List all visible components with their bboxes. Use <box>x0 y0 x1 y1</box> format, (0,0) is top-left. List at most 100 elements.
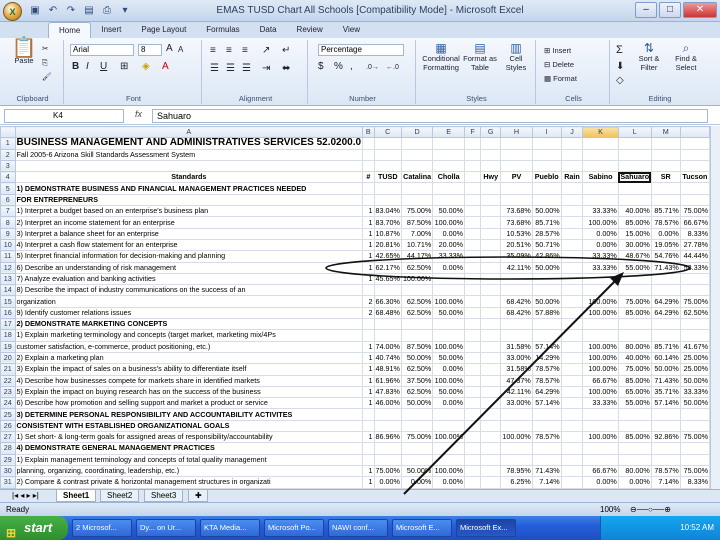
data-cell[interactable] <box>464 261 482 274</box>
taskbar-item[interactable]: Microsoft E... <box>392 519 452 537</box>
row-header[interactable]: 10 <box>0 238 16 252</box>
data-cell[interactable]: 1 <box>362 261 375 274</box>
data-cell[interactable]: 0.00% <box>432 227 466 240</box>
data-cell[interactable] <box>531 408 562 421</box>
standard-cell[interactable]: 1) Interpret a budget based on an enterp… <box>14 205 364 218</box>
data-cell[interactable] <box>362 408 375 421</box>
data-cell[interactable] <box>650 318 681 331</box>
standard-cell[interactable]: 3) Explain the impact of sales on a busi… <box>14 363 364 376</box>
data-cell[interactable] <box>464 238 482 252</box>
orientation-icon[interactable]: ↗ <box>262 46 270 56</box>
data-cell[interactable]: 100.00% <box>500 431 533 444</box>
data-cell[interactable] <box>560 261 584 274</box>
data-cell[interactable]: 1 <box>362 272 375 286</box>
dropdown-icon[interactable]: ▾ <box>118 4 132 17</box>
data-cell[interactable]: 78.57% <box>531 363 562 376</box>
data-cell[interactable] <box>560 476 584 489</box>
data-cell[interactable]: 61.96% <box>373 374 402 387</box>
decrease-decimal-icon[interactable]: ←.0 <box>386 63 399 72</box>
data-cell[interactable]: 66.67% <box>582 464 619 478</box>
data-cell[interactable] <box>400 419 434 433</box>
data-cell[interactable] <box>500 272 533 286</box>
data-cell[interactable] <box>464 137 482 150</box>
data-cell[interactable] <box>582 453 619 466</box>
data-cell[interactable]: 68.48% <box>373 306 402 320</box>
data-cell[interactable]: 54.76% <box>650 250 681 263</box>
data-cell[interactable]: TUSD <box>373 171 402 184</box>
data-cell[interactable]: 41.67% <box>679 340 710 353</box>
data-cell[interactable] <box>650 272 681 286</box>
start-button[interactable]: ⊞ start <box>0 516 68 540</box>
standard-cell[interactable]: 1) Set short- & long-term goals for assi… <box>14 431 364 444</box>
increase-decimal-icon[interactable]: .0→ <box>366 63 379 72</box>
standard-cell[interactable]: 2) Interpret an income statement for an … <box>14 216 364 229</box>
data-cell[interactable]: Hwy <box>480 171 502 184</box>
data-cell[interactable]: 35.71% <box>650 385 681 399</box>
data-cell[interactable] <box>679 284 710 297</box>
data-cell[interactable]: 62.50% <box>400 363 434 376</box>
italic-button[interactable]: I <box>86 62 89 72</box>
data-cell[interactable] <box>464 476 482 489</box>
data-cell[interactable]: 73.68% <box>500 205 533 218</box>
data-cell[interactable]: 50.00% <box>432 351 466 365</box>
data-cell[interactable] <box>560 238 584 252</box>
row-header[interactable]: 1 <box>0 137 16 150</box>
data-cell[interactable]: PV <box>500 171 533 184</box>
cell-styles-button[interactable]: ▥ Cell Styles <box>500 42 532 72</box>
data-cell[interactable]: 75.00% <box>679 295 710 308</box>
data-cell[interactable] <box>464 295 482 308</box>
sheet-tab-1[interactable]: Sheet1 <box>56 490 97 502</box>
data-cell[interactable] <box>464 340 482 353</box>
data-cell[interactable]: 100.00% <box>432 340 466 353</box>
tab-page-layout[interactable]: Page Layout <box>131 22 196 38</box>
data-cell[interactable] <box>373 453 402 466</box>
data-cell[interactable]: 33.33% <box>432 250 466 263</box>
data-cell[interactable]: 1 <box>362 464 375 478</box>
standard-cell[interactable]: 2) Compare & contrast private & horizont… <box>14 476 364 489</box>
data-cell[interactable]: 60.14% <box>650 351 681 365</box>
data-cell[interactable]: 0.00% <box>432 363 466 376</box>
data-cell[interactable] <box>464 329 482 342</box>
row-header[interactable]: 26 <box>0 419 16 433</box>
data-cell[interactable] <box>617 442 652 455</box>
standard-cell[interactable]: 1) Explain marketing terminology and con… <box>14 329 364 342</box>
row-header[interactable]: 7 <box>0 205 16 218</box>
data-cell[interactable]: 1 <box>362 476 375 489</box>
data-cell[interactable]: 40.74% <box>373 351 402 365</box>
format-painter-icon[interactable]: 🖌 <box>42 72 52 81</box>
data-cell[interactable] <box>464 363 482 376</box>
taskbar-item[interactable]: Microsoft Po... <box>264 519 324 537</box>
data-cell[interactable]: 75.00% <box>373 464 402 478</box>
data-cell[interactable] <box>650 408 681 421</box>
data-cell[interactable] <box>432 318 466 331</box>
data-cell[interactable]: 75.00% <box>679 464 710 478</box>
data-cell[interactable]: 68.42% <box>500 295 533 308</box>
data-cell[interactable]: 33.00% <box>500 397 533 410</box>
data-cell[interactable] <box>362 442 375 455</box>
data-cell[interactable]: 78.57% <box>531 374 562 387</box>
data-cell[interactable]: 0.00% <box>432 397 466 410</box>
data-cell[interactable]: 78.95% <box>500 464 533 478</box>
data-cell[interactable]: 50.00% <box>432 385 466 399</box>
data-cell[interactable] <box>560 419 584 433</box>
data-cell[interactable] <box>362 137 375 150</box>
data-cell[interactable]: 100.00% <box>582 363 619 376</box>
row-header[interactable]: 14 <box>0 284 16 297</box>
data-cell[interactable] <box>560 374 584 387</box>
data-cell[interactable]: 66.30% <box>373 295 402 308</box>
data-cell[interactable]: Pueblo <box>531 171 562 184</box>
data-cell[interactable] <box>480 205 502 218</box>
data-cell[interactable] <box>464 205 482 218</box>
standard-cell[interactable]: 1) DEMONSTRATE BUSINESS AND FINANCIAL MA… <box>14 182 364 195</box>
data-cell[interactable]: 50.00% <box>650 363 681 376</box>
align-middle-icon[interactable]: ≡ <box>226 46 232 56</box>
data-cell[interactable] <box>480 464 502 478</box>
row-header[interactable]: 6 <box>0 193 16 207</box>
data-cell[interactable]: 85.00% <box>617 431 652 444</box>
data-cell[interactable]: # <box>362 171 375 184</box>
data-cell[interactable]: 15.00% <box>617 227 652 240</box>
data-cell[interactable] <box>373 318 402 331</box>
data-cell[interactable]: 46.00% <box>373 397 402 410</box>
row-header[interactable]: 20 <box>0 351 16 365</box>
data-cell[interactable] <box>560 318 584 331</box>
